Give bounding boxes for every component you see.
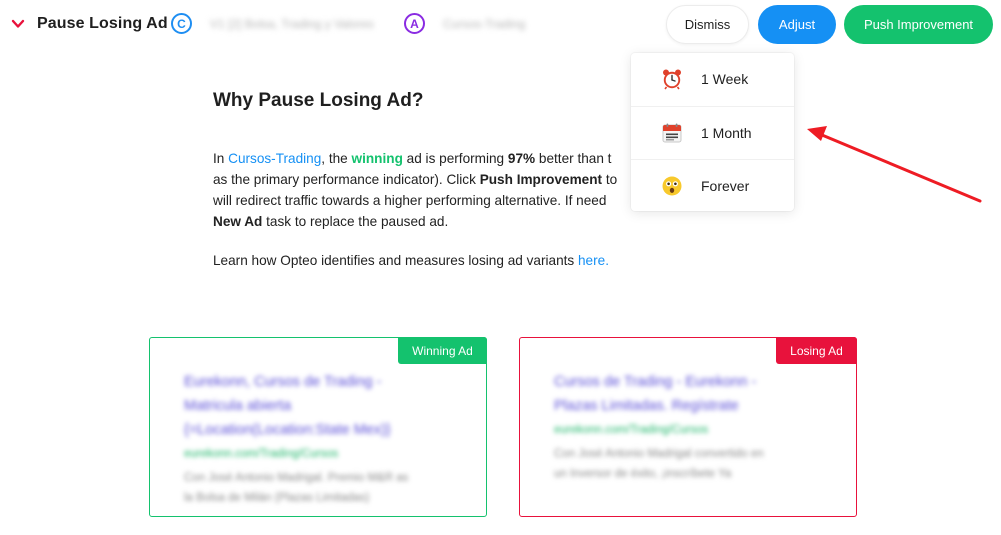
winning-keyword: winning [351,151,403,166]
alarm-clock-icon [663,69,681,90]
astonished-face-icon [662,176,682,196]
dismiss-duration-menu: 1 Week 1 Month Forever [631,53,794,211]
ad-headline-1: Eurekonn, Cursos de Trading - [184,374,382,390]
ad-headline-3: {=Location(Location:State Mex)} [184,422,391,438]
text-fragment: In [213,151,229,166]
learn-more-paragraph: Learn how Opteo identifies and measures … [213,253,609,268]
menu-item-label: 1 Week [701,71,749,87]
adjust-button[interactable]: Adjust [758,5,836,44]
explanation-paragraph: In Cursos-Trading, the winning ad is per… [213,148,633,232]
ad-headline-2: Plazas Limitadas. Regístrate [554,398,739,414]
performance-percent: 97% [507,151,536,166]
menu-item-label: 1 Month [701,125,752,141]
losing-ad-card: Losing Ad Cursos de Trading - Eurekonn -… [519,337,857,517]
text-fragment: task to replace the paused ad. [262,214,449,229]
ad-description-2: un Inversor de éxito, ¡inscríbete Ya [554,468,732,480]
text-fragment: better than t [535,151,612,166]
ad-display-url: eurekonn.com/Trading/Cursos [184,448,339,460]
ad-headline-1: Cursos de Trading - Eurekonn - [554,374,757,390]
text-fragment: will redirect traffic towards a higher p… [213,193,607,208]
campaign-badge-icon: C [171,13,192,34]
adgroup-name: Cursos-Trading [443,17,526,31]
text-fragment: ad is performing [402,151,508,166]
ad-display-url: eurekonn.com/Trading/Cursos [554,424,709,436]
ad-description-1: Con José Antonio Madrigal. Premio M&R as [184,472,409,484]
menu-item-forever[interactable]: Forever [631,159,794,212]
menu-item-1-month[interactable]: 1 Month [631,106,794,159]
menu-item-1-week[interactable]: 1 Week [631,53,794,105]
annotation-arrow-icon [807,126,982,203]
winning-ad-card: Winning Ad Eurekonn, Cursos de Trading -… [149,337,487,517]
adgroup-link[interactable]: Cursos-Trading [228,151,321,166]
push-improvement-mention: Push Improvement [479,172,603,187]
ad-description-1: Con José Antonio Madrigal convertido en [554,448,764,460]
ad-headline-2: Matricula abierta [184,398,292,414]
text-fragment: Learn how Opteo identifies and measures … [213,253,578,268]
losing-ad-tag: Losing Ad [776,337,857,364]
ad-description-2: la Bolsa de Milán (Plazas Limitadas) [184,492,370,504]
section-heading: Why Pause Losing Ad? [213,90,424,111]
adgroup-badge-icon: A [404,13,425,34]
text-fragment: , the [321,151,352,166]
winning-ad-tag: Winning Ad [398,337,487,364]
improvement-header: Pause Losing Ad C V1 [2] Bolsa, Trading … [0,0,1001,50]
text-fragment: as the primary performance indicator). C… [213,172,480,187]
push-improvement-button[interactable]: Push Improvement [844,5,993,44]
page-title: Pause Losing Ad [37,15,168,32]
calendar-icon [662,123,682,143]
text-fragment: to [602,172,618,187]
chevron-down-icon[interactable] [11,17,25,31]
dismiss-button[interactable]: Dismiss [666,5,749,44]
campaign-name: V1 [2] Bolsa, Trading y Valores [210,17,374,31]
new-ad-mention: New Ad [213,214,263,229]
learn-more-link[interactable]: here. [578,253,609,268]
menu-item-label: Forever [701,178,750,194]
